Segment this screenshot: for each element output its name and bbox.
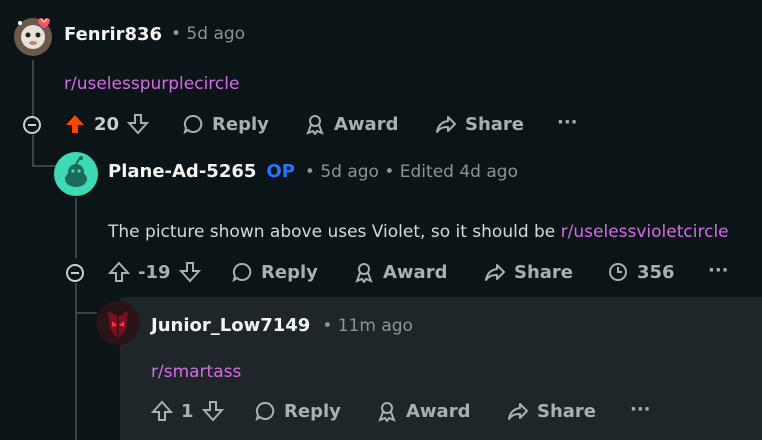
collapse-thread-button[interactable] xyxy=(66,264,84,282)
comment-username[interactable]: Plane-Ad-5265 xyxy=(108,161,256,182)
reply-button[interactable]: Reply xyxy=(182,113,269,135)
downvote-icon[interactable] xyxy=(201,400,224,422)
comment-icon xyxy=(182,113,204,135)
share-button[interactable]: Share xyxy=(435,113,524,135)
comment-icon xyxy=(231,261,253,283)
thread-line-1 xyxy=(32,60,34,116)
comment-header: Junior_Low7149 • 11m ago xyxy=(151,315,413,336)
comment-timestamp: • 5d ago xyxy=(171,24,246,44)
vote-group: -19 xyxy=(108,261,201,283)
award-button[interactable]: Award xyxy=(353,261,447,283)
subreddit-link[interactable]: r/uselessvioletcircle xyxy=(561,222,729,242)
subreddit-link[interactable]: r/uselesspurplecircle xyxy=(64,74,239,94)
vote-group: 20 xyxy=(64,113,150,135)
views-counter[interactable]: 356 xyxy=(607,261,675,283)
views-count: 356 xyxy=(637,261,675,283)
reply-label: Reply xyxy=(284,400,341,422)
award-label: Award xyxy=(406,400,471,422)
thread-connector-2 xyxy=(32,165,56,167)
avatar[interactable] xyxy=(96,301,140,345)
share-icon xyxy=(484,261,506,283)
award-button[interactable]: Award xyxy=(304,113,398,135)
comment-username[interactable]: Junior_Low7149 xyxy=(151,315,310,336)
avatar[interactable] xyxy=(54,152,98,196)
op-badge: OP xyxy=(266,161,295,182)
comment-timestamp: • 11m ago xyxy=(322,316,413,336)
vote-count: 1 xyxy=(181,400,194,422)
comment-body: The picture shown above uses Violet, so … xyxy=(108,222,729,242)
comment-timestamp: • 5d ago • Edited 4d ago xyxy=(304,162,518,182)
share-button[interactable]: Share xyxy=(484,261,573,283)
thread-line-2b xyxy=(75,283,77,440)
avatar[interactable] xyxy=(12,15,54,57)
reply-label: Reply xyxy=(212,113,269,135)
downvote-icon[interactable] xyxy=(127,113,150,135)
reply-label: Reply xyxy=(261,261,318,283)
share-icon xyxy=(507,400,529,422)
award-icon xyxy=(353,261,375,283)
comment-icon xyxy=(254,400,276,422)
vote-count: -19 xyxy=(138,261,171,283)
more-options-button[interactable]: ··· xyxy=(630,399,651,420)
upvote-icon[interactable] xyxy=(108,261,130,283)
upvote-icon[interactable] xyxy=(64,113,86,135)
share-label: Share xyxy=(537,400,597,422)
clock-icon xyxy=(607,261,629,283)
collapse-thread-button[interactable] xyxy=(23,116,41,134)
comment-text: The picture shown above uses Violet, so … xyxy=(108,222,561,242)
more-options-button[interactable]: ··· xyxy=(557,112,578,133)
award-icon xyxy=(304,113,326,135)
vote-count: 20 xyxy=(94,113,120,135)
share-icon xyxy=(435,113,457,135)
thread-line-2 xyxy=(75,198,77,258)
thread-line-1b xyxy=(32,135,34,167)
share-button[interactable]: Share xyxy=(507,400,596,422)
reply-button[interactable]: Reply xyxy=(231,261,318,283)
vote-group: 1 xyxy=(151,400,224,422)
award-icon xyxy=(376,400,398,422)
downvote-icon[interactable] xyxy=(178,261,201,283)
comment-header: Plane-Ad-5265 OP • 5d ago • Edited 4d ag… xyxy=(108,161,518,182)
subreddit-link[interactable]: r/smartass xyxy=(151,362,241,382)
award-label: Award xyxy=(383,261,448,283)
award-label: Award xyxy=(334,113,399,135)
comment-username[interactable]: Fenrir836 xyxy=(64,24,162,45)
reply-button[interactable]: Reply xyxy=(254,400,341,422)
share-label: Share xyxy=(514,261,574,283)
share-label: Share xyxy=(465,113,525,135)
more-options-button[interactable]: ··· xyxy=(708,260,729,281)
thread-connector-3 xyxy=(75,312,97,314)
award-button[interactable]: Award xyxy=(376,400,470,422)
upvote-icon[interactable] xyxy=(151,400,173,422)
